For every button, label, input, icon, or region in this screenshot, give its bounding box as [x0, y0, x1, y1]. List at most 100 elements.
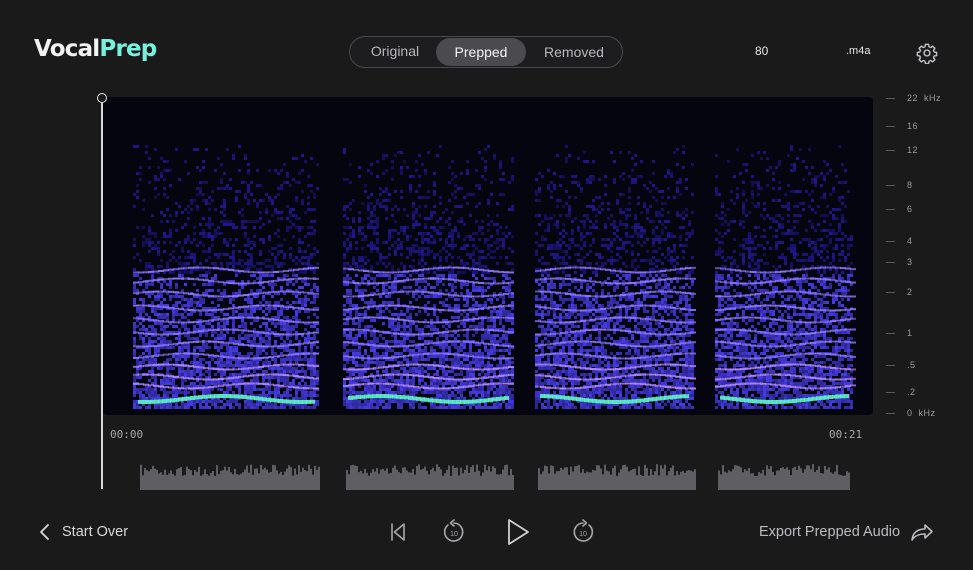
waveform-bar	[548, 473, 550, 490]
playhead-handle[interactable]	[97, 93, 107, 103]
waveform-bar	[806, 465, 808, 490]
spectrogram-canvas	[133, 145, 856, 409]
forward-10-icon[interactable]: 10	[570, 518, 596, 546]
waveform-bar	[386, 468, 388, 490]
share-arrow-icon	[911, 524, 933, 541]
waveform-bar	[802, 472, 804, 490]
frequency-label: 8	[907, 180, 913, 190]
frequency-label: 12	[907, 145, 919, 155]
waveform-bar	[404, 467, 406, 490]
file-format: .m4a	[846, 45, 871, 57]
start-over-button[interactable]: Start Over	[38, 520, 128, 544]
waveform-overview[interactable]	[130, 458, 860, 490]
waveform-bar	[650, 468, 652, 490]
waveform-bar	[284, 471, 286, 490]
skip-back-icon[interactable]	[388, 521, 408, 543]
waveform-bar	[420, 469, 422, 490]
waveform-bar	[788, 469, 790, 490]
spectrogram[interactable]	[103, 97, 873, 415]
frequency-axis: 22 kHz 16 12 8 6 4 3 2 1 .5 .2 0 kHz	[886, 93, 966, 418]
waveform-bar	[572, 471, 574, 490]
waveform-bar	[300, 471, 302, 490]
waveform-bar	[348, 474, 350, 490]
waveform-bar	[682, 470, 684, 490]
waveform-bar	[144, 468, 146, 490]
waveform-bar	[364, 468, 366, 490]
spectrogram-bins	[133, 145, 856, 409]
waveform-bar	[584, 473, 586, 490]
waveform-bar	[392, 467, 394, 490]
waveform-bar	[750, 473, 752, 490]
waveform-bar	[800, 468, 802, 490]
waveform-bar	[442, 475, 444, 490]
waveform-bar	[844, 475, 846, 490]
waveform-bar	[810, 469, 812, 490]
waveform-bar	[244, 469, 246, 490]
waveform-bar	[688, 470, 690, 490]
waveform-bar	[830, 472, 832, 490]
waveform-bar	[668, 471, 670, 490]
waveform-bar	[482, 472, 484, 490]
waveform-bar	[608, 471, 610, 490]
waveform-bar	[680, 471, 682, 490]
waveform-bar	[574, 466, 576, 490]
rewind-10-icon[interactable]: 10	[441, 518, 467, 546]
waveform-bar	[590, 472, 592, 490]
waveform-bar	[400, 473, 402, 490]
waveform-bar	[220, 470, 222, 490]
waveform-bar	[294, 468, 296, 490]
tab-removed[interactable]: Removed	[528, 38, 620, 66]
waveform-bar	[612, 467, 614, 490]
waveform-bar	[554, 473, 556, 490]
gear-icon[interactable]	[916, 42, 938, 64]
waveform-bar	[242, 472, 244, 490]
waveform-bar	[314, 465, 316, 490]
waveform-bar	[652, 474, 654, 490]
waveform-bar	[794, 466, 796, 490]
waveform-bar	[768, 468, 770, 490]
waveform-bar	[596, 465, 598, 490]
waveform-bar	[302, 467, 304, 490]
waveform-bar	[740, 467, 742, 490]
tab-original[interactable]: Original	[354, 38, 436, 66]
waveform-bar	[644, 464, 646, 490]
waveform-bar	[478, 470, 480, 490]
waveform-bar	[498, 474, 500, 490]
waveform-bar	[796, 470, 798, 490]
tab-prepped[interactable]: Prepped	[436, 38, 526, 66]
waveform-bar	[226, 470, 228, 490]
waveform-bar	[382, 468, 384, 490]
waveform-bar	[666, 475, 668, 490]
waveform-bar	[194, 469, 196, 490]
waveform-bar	[412, 469, 414, 490]
waveform-bar	[642, 475, 644, 490]
waveform-bar	[614, 465, 616, 490]
waveform-bar	[214, 475, 216, 490]
waveform-bar	[380, 469, 382, 490]
waveform-bar	[674, 475, 676, 490]
waveform-bar	[840, 474, 842, 490]
waveform-bar	[564, 467, 566, 490]
waveform-bar	[778, 470, 780, 490]
waveform-bar	[176, 469, 178, 490]
play-icon[interactable]	[505, 517, 531, 547]
waveform-bar	[160, 472, 162, 490]
waveform-bar	[678, 474, 680, 490]
waveform-bar	[180, 467, 182, 490]
frequency-label: 22 kHz	[907, 93, 942, 103]
waveform-bar	[480, 475, 482, 490]
export-label: Export Prepped Audio	[759, 524, 901, 540]
waveform-bar	[560, 467, 562, 490]
waveform-bar	[406, 470, 408, 490]
waveform-bar	[288, 465, 290, 490]
waveform-bar	[606, 470, 608, 490]
waveform-bar	[396, 469, 398, 490]
waveform-bar	[618, 472, 620, 490]
waveform-bar	[732, 469, 734, 490]
waveform-bar	[684, 472, 686, 490]
waveform-bar	[610, 474, 612, 490]
waveform-bar	[240, 473, 242, 490]
waveform-bar	[540, 474, 542, 490]
export-button[interactable]: Export Prepped Audio	[759, 520, 934, 544]
playhead[interactable]	[101, 103, 103, 489]
